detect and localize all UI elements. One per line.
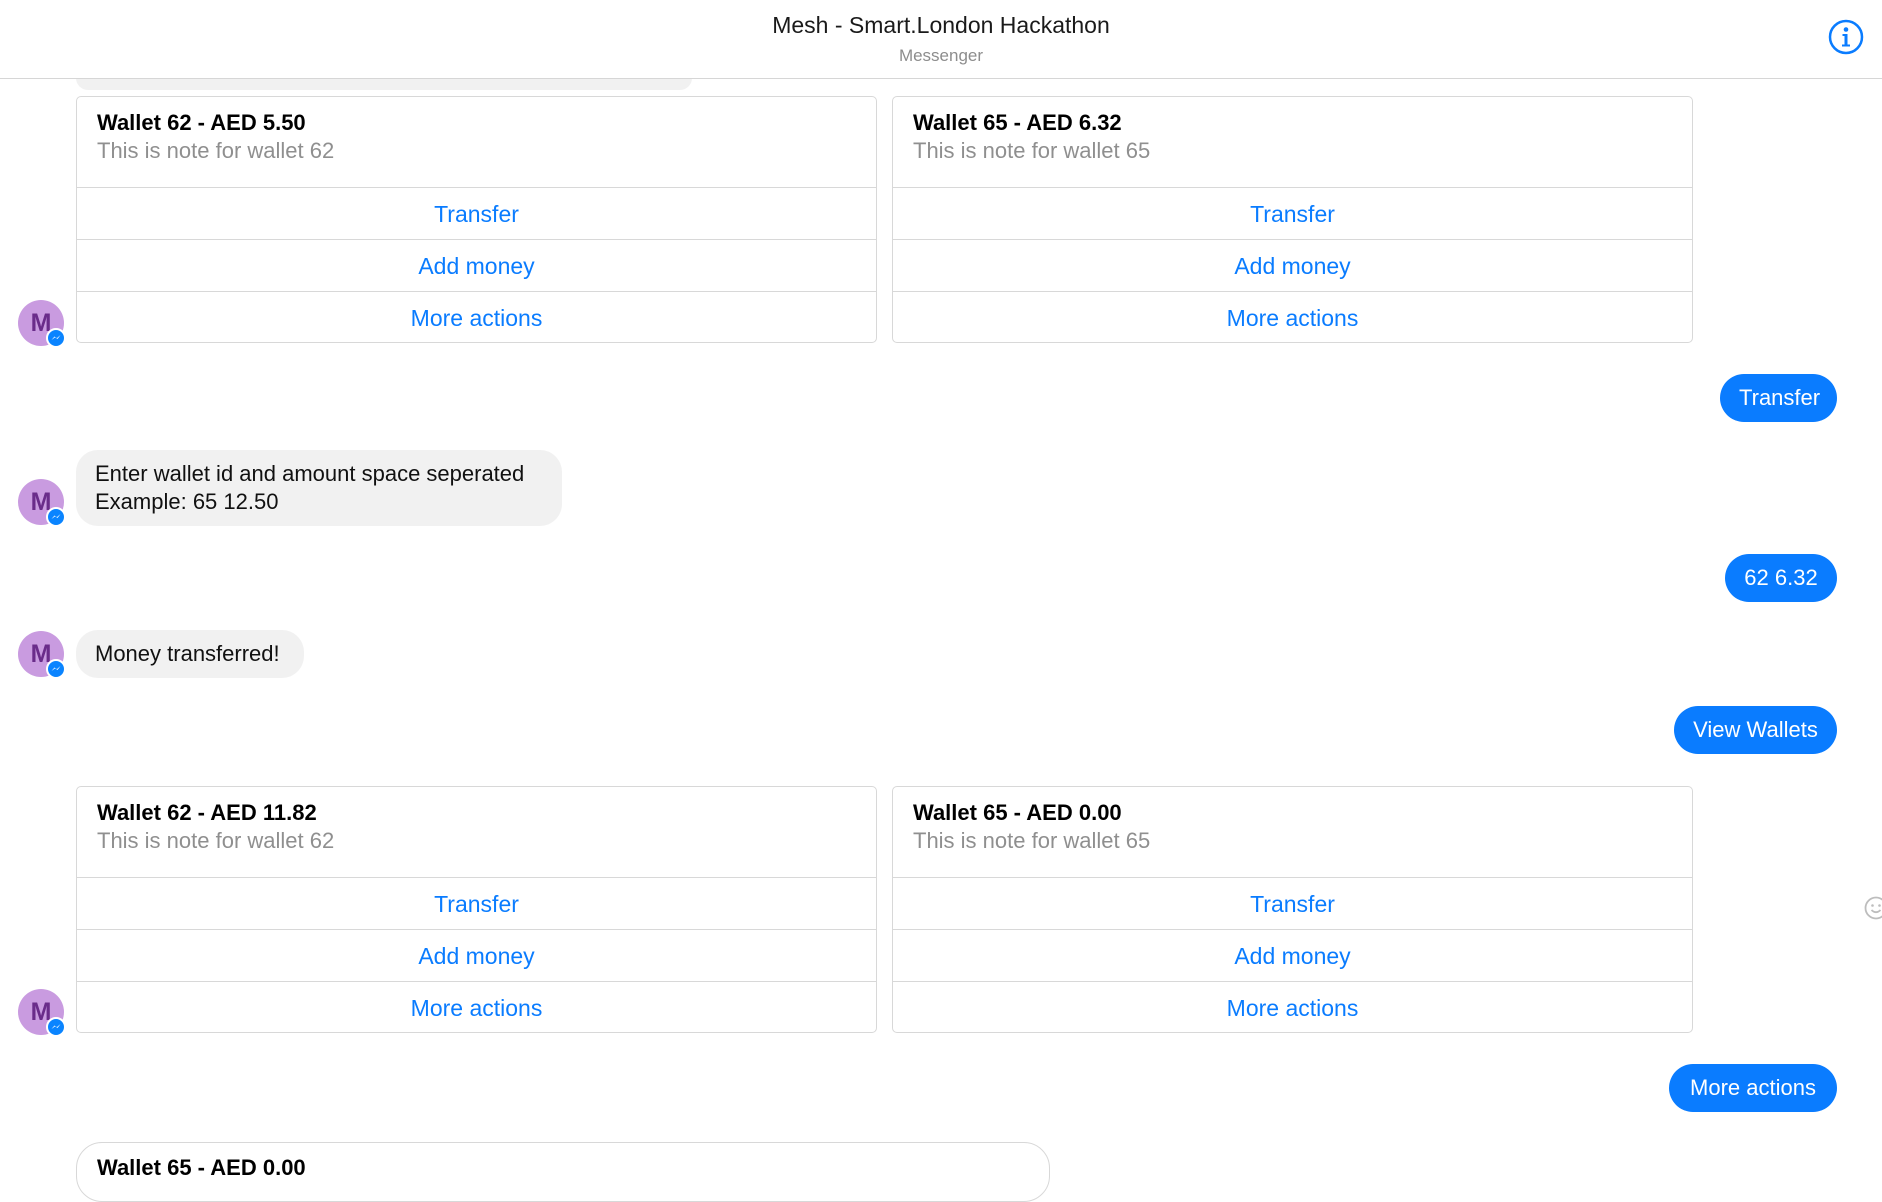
- messenger-badge-icon: [46, 328, 66, 348]
- more-actions-button[interactable]: More actions: [77, 292, 876, 343]
- wallet-card: Wallet 65 - AED 6.32 This is note for wa…: [892, 96, 1693, 343]
- wallet-card-header: Wallet 62 - AED 5.50 This is note for wa…: [77, 97, 876, 188]
- add-money-button[interactable]: Add money: [893, 930, 1692, 982]
- wallet-title: Wallet 62 - AED 11.82: [97, 800, 317, 826]
- transfer-button[interactable]: Transfer: [893, 188, 1692, 240]
- transfer-button[interactable]: Transfer: [77, 878, 876, 930]
- outgoing-message: View Wallets: [1674, 706, 1837, 754]
- previous-message-remnant: [76, 78, 692, 90]
- avatar[interactable]: M: [18, 631, 64, 677]
- message-line: Example: 65 12.50: [95, 488, 543, 516]
- messenger-badge-icon: [46, 507, 66, 527]
- outgoing-message: More actions: [1669, 1064, 1837, 1112]
- messenger-badge-icon: [46, 1017, 66, 1037]
- incoming-message: Money transferred!: [76, 630, 304, 678]
- wallet-title: Wallet 65 - AED 0.00: [913, 800, 1122, 826]
- incoming-message: Enter wallet id and amount space seperat…: [76, 450, 562, 526]
- outgoing-message: Transfer: [1720, 374, 1837, 422]
- avatar[interactable]: M: [18, 300, 64, 346]
- wallet-note: This is note for wallet 65: [913, 828, 1150, 854]
- add-money-button[interactable]: Add money: [893, 240, 1692, 292]
- wallet-note: This is note for wallet 62: [97, 828, 334, 854]
- more-actions-button[interactable]: More actions: [893, 292, 1692, 343]
- wallet-card: Wallet 62 - AED 5.50 This is note for wa…: [76, 96, 877, 343]
- wallet-note: This is note for wallet 62: [97, 138, 334, 164]
- transfer-button[interactable]: Transfer: [893, 878, 1692, 930]
- info-icon[interactable]: [1828, 19, 1864, 55]
- messenger-badge-icon: [46, 659, 66, 679]
- wallet-card-header: Wallet 62 - AED 11.82 This is note for w…: [77, 787, 876, 878]
- smiley-icon[interactable]: [1864, 896, 1882, 920]
- avatar[interactable]: M: [18, 989, 64, 1035]
- wallet-card: Wallet 65 - AED 0.00 This is note for wa…: [892, 786, 1693, 1033]
- wallet-card-header: Wallet 65 - AED 6.32 This is note for wa…: [893, 97, 1692, 188]
- outgoing-message: 62 6.32: [1725, 554, 1837, 602]
- transfer-button[interactable]: Transfer: [77, 188, 876, 240]
- conversation-title: Mesh - Smart.London Hackathon: [0, 12, 1882, 39]
- wallet-card: Wallet 65 - AED 0.00: [76, 1142, 1050, 1202]
- add-money-button[interactable]: Add money: [77, 930, 876, 982]
- add-money-button[interactable]: Add money: [77, 240, 876, 292]
- wallet-title: Wallet 65 - AED 0.00: [97, 1155, 306, 1181]
- conversation-header: Mesh - Smart.London Hackathon Messenger: [0, 0, 1882, 79]
- more-actions-button[interactable]: More actions: [77, 982, 876, 1033]
- wallet-title: Wallet 65 - AED 6.32: [913, 110, 1122, 136]
- wallet-card: Wallet 62 - AED 11.82 This is note for w…: [76, 786, 877, 1033]
- wallet-title: Wallet 62 - AED 5.50: [97, 110, 306, 136]
- more-actions-button[interactable]: More actions: [893, 982, 1692, 1033]
- message-line: Enter wallet id and amount space seperat…: [95, 460, 543, 488]
- avatar[interactable]: M: [18, 479, 64, 525]
- conversation-subtitle: Messenger: [0, 46, 1882, 66]
- wallet-card-header: Wallet 65 - AED 0.00 This is note for wa…: [893, 787, 1692, 878]
- wallet-note: This is note for wallet 65: [913, 138, 1150, 164]
